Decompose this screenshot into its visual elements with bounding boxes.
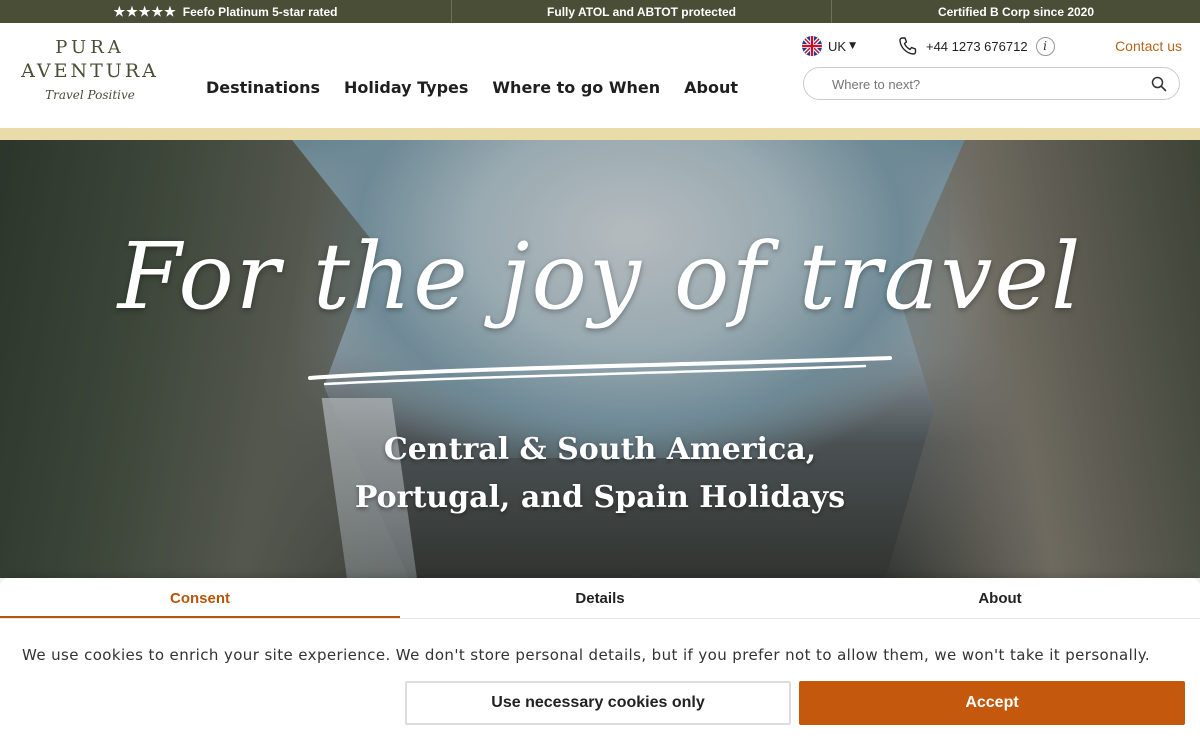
hero-subtitle-line-2: Portugal, and Spain Holidays xyxy=(354,480,846,515)
star-rating-icon: ★★★★★ xyxy=(113,3,177,19)
tab-consent[interactable]: Consent xyxy=(0,578,400,618)
hero-headline: For the joy of travel xyxy=(117,223,1083,330)
main-nav: Destinations Holiday Types Where to go W… xyxy=(206,78,738,97)
site-logo[interactable]: PURA AVENTURA Travel Positive xyxy=(12,37,168,105)
consent-message: We use cookies to enrich your site exper… xyxy=(22,646,1151,664)
logo-line-2: AVENTURA xyxy=(21,60,159,82)
consent-tabs: Consent Details About xyxy=(0,578,1200,619)
hero-subtitle: Central & South America, Portugal, and S… xyxy=(0,426,1200,522)
search-icon[interactable] xyxy=(1151,76,1167,92)
necessary-cookies-button[interactable]: Use necessary cookies only xyxy=(405,681,791,725)
search-input[interactable] xyxy=(832,74,1132,94)
hero-banner: For the joy of travel Central & South Am… xyxy=(0,128,1200,578)
info-icon[interactable]: i xyxy=(1035,36,1055,56)
brush-underline-icon xyxy=(308,356,892,386)
logo-line-1: PURA xyxy=(55,37,125,58)
uk-flag-icon[interactable] xyxy=(802,36,822,56)
hero-subtitle-line-1: Central & South America, xyxy=(383,432,817,467)
contact-us-link[interactable]: Contact us xyxy=(1115,38,1182,54)
tab-about[interactable]: About xyxy=(800,578,1200,618)
region-selector[interactable]: UK xyxy=(828,39,846,54)
atol-protection: Fully ATOL and ABTOT protected xyxy=(452,0,832,23)
logo-tagline: Travel Positive xyxy=(45,88,135,102)
feefo-rating: ★★★★★ Feefo Platinum 5-star rated xyxy=(0,0,452,23)
feefo-rating-label: Feefo Platinum 5-star rated xyxy=(182,4,338,19)
search-box xyxy=(803,67,1180,100)
chevron-down-icon[interactable]: ▼ xyxy=(849,41,856,51)
site-header: PURA AVENTURA Travel Positive Destinatio… xyxy=(0,23,1200,128)
phone-number[interactable]: +44 1273 676712 xyxy=(926,39,1028,54)
header-border-strip xyxy=(0,128,1200,140)
nav-destinations[interactable]: Destinations xyxy=(206,78,320,97)
nav-where-to-go-when[interactable]: Where to go When xyxy=(492,78,660,97)
tab-details[interactable]: Details xyxy=(400,578,800,618)
accept-button[interactable]: Accept xyxy=(799,681,1185,725)
trust-bar: ★★★★★ Feefo Platinum 5-star rated Fully … xyxy=(0,0,1200,23)
nav-holiday-types[interactable]: Holiday Types xyxy=(344,78,468,97)
bcorp-certification: Certified B Corp since 2020 xyxy=(937,4,1095,19)
nav-about[interactable]: About xyxy=(684,78,738,97)
utility-bar: UK ▼ +44 1273 676712 i Contact us xyxy=(802,35,1182,57)
phone-icon xyxy=(898,36,918,56)
cookie-consent-panel: Consent Details About We use cookies to … xyxy=(0,578,1200,740)
